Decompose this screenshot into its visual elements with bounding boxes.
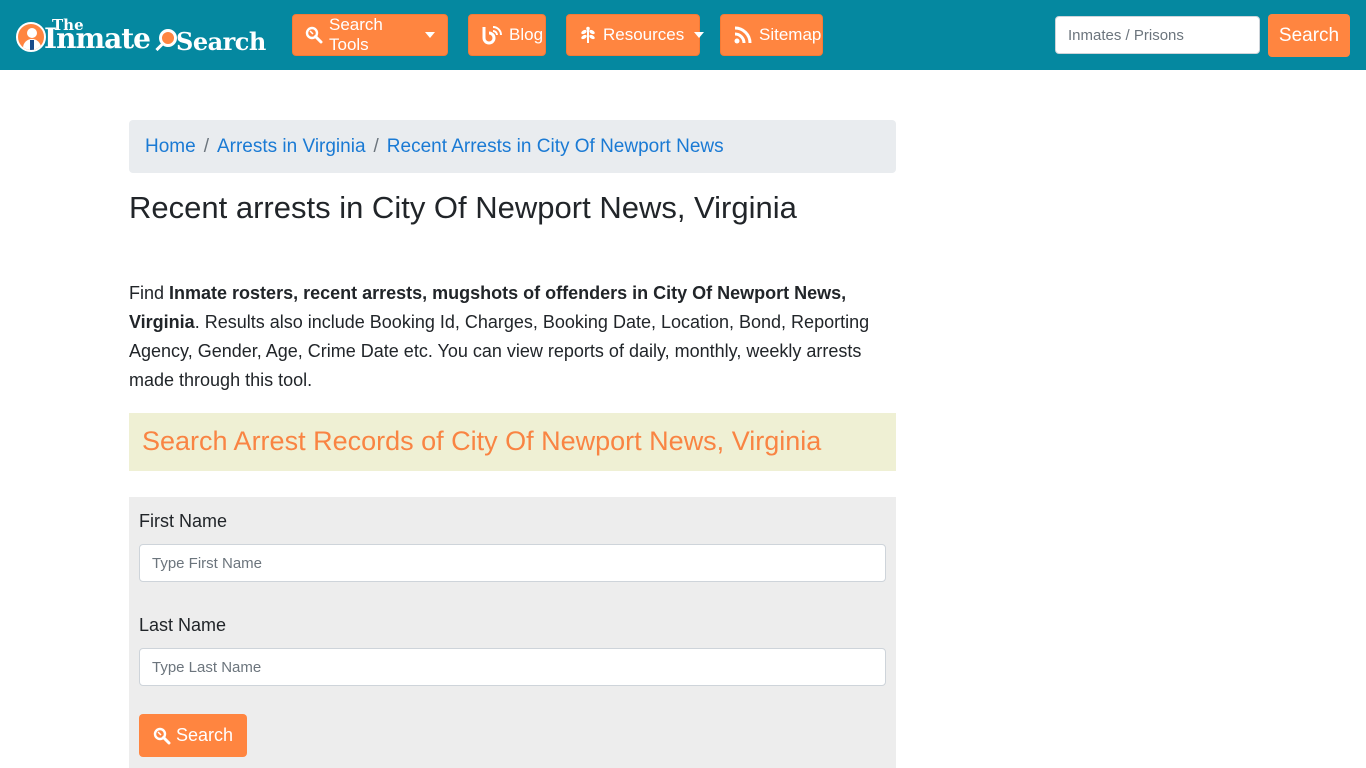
logo-text-inmate: Inmate: [44, 22, 151, 55]
first-name-label: First Name: [139, 511, 228, 531]
logo-text-search: Search: [176, 27, 266, 56]
nav-sitemap-link[interactable]: Sitemap: [720, 14, 823, 56]
nav-search-tools-label: Search Tools: [329, 15, 383, 54]
chevron-down-icon: [425, 32, 435, 38]
leaf-icon: [579, 26, 597, 44]
top-navbar: The Inmate Search Search Tools Blog Reso…: [0, 0, 1366, 70]
nav-sitemap-label: Sitemap: [759, 25, 822, 44]
breadcrumb-arrests-in-virginia[interactable]: Arrests in Virginia: [217, 136, 366, 158]
blog-icon: [481, 25, 503, 45]
nav-blog-link[interactable]: Blog: [468, 14, 546, 56]
last-name-label: Last Name: [139, 615, 227, 635]
rss-icon: [733, 25, 753, 45]
top-search-button[interactable]: Search: [1268, 14, 1350, 57]
breadcrumb-separator: /: [203, 135, 209, 157]
inmate-avatar-icon: [16, 22, 46, 52]
nav-search-tools-dropdown[interactable]: Search Tools: [292, 14, 448, 56]
breadcrumb-home[interactable]: Home: [145, 136, 196, 158]
search-submit-label: Search: [175, 725, 234, 745]
search-icon: [153, 727, 171, 745]
nav-blog-label: Blog: [509, 25, 544, 44]
breadcrumb-current-page[interactable]: Recent Arrests in City Of Newport News: [387, 136, 724, 158]
chevron-down-icon: [694, 32, 705, 38]
breadcrumb-separator: /: [373, 135, 379, 157]
last-name-input[interactable]: [139, 648, 886, 686]
nav-resources-dropdown[interactable]: Resources: [566, 14, 705, 56]
intro-prefix: Find: [129, 283, 170, 303]
search-section-banner: Search Arrest Records of City Of Newport…: [129, 413, 896, 471]
intro-paragraph: Find Inmate rosters, recent arrests, mug…: [129, 279, 896, 395]
arrest-search-form: First Name Last Name Search: [129, 497, 896, 768]
inmate-prison-search-input[interactable]: [1055, 16, 1260, 54]
breadcrumb: Home / Arrests in Virginia / Recent Arre…: [129, 120, 896, 173]
site-logo[interactable]: The Inmate Search: [14, 14, 270, 58]
intro-suffix: . Results also include Booking Id, Charg…: [129, 312, 870, 390]
magnifier-handle: [155, 41, 165, 52]
first-name-input[interactable]: [139, 544, 886, 582]
page-title: Recent arrests in City Of Newport News, …: [129, 190, 797, 225]
search-icon: [305, 26, 323, 44]
search-submit-button[interactable]: Search: [139, 714, 247, 757]
nav-resources-label: Resources: [603, 25, 685, 44]
search-section-heading: Search Arrest Records of City Of Newport…: [142, 426, 822, 456]
